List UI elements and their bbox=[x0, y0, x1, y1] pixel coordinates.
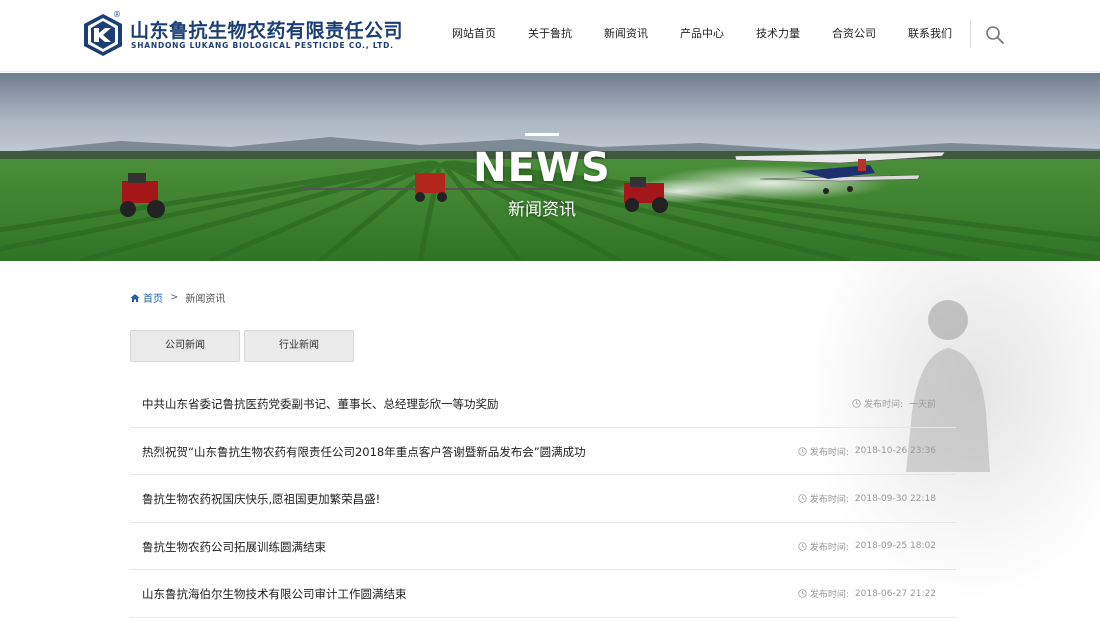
news-item[interactable]: 山东鲁抗海伯尔生物技术有限公司审计工作圆满结束 发布时间: 2018-06-27… bbox=[130, 570, 956, 618]
publish-time-label: 发布时间: bbox=[809, 447, 849, 458]
news-title[interactable]: 山东鲁抗海伯尔生物技术有限公司审计工作圆满结束 bbox=[142, 586, 407, 602]
nav-item-about[interactable]: 关于鲁抗 bbox=[512, 0, 588, 72]
nav-item-news[interactable]: 新闻资讯 bbox=[588, 0, 664, 72]
home-icon bbox=[130, 293, 140, 302]
publish-date: 一天前 bbox=[908, 400, 936, 410]
banner-subtitle: 新闻资讯 bbox=[508, 200, 576, 220]
news-item[interactable]: 鲁抗生物农药公司拓展训练圆满结束 发布时间: 2018-09-25 18:02 bbox=[130, 523, 956, 570]
news-title[interactable]: 鲁抗生物农药祝国庆快乐,愿祖国更加繁荣昌盛! bbox=[142, 491, 380, 507]
news-item[interactable]: 鲁抗生物农药祝国庆快乐,愿祖国更加繁荣昌盛! 发布时间: 2018-09-30 … bbox=[130, 475, 956, 523]
news-meta: 发布时间: 2018-09-25 18:02 bbox=[798, 540, 936, 553]
banner-title: NEWS bbox=[473, 145, 611, 191]
main-nav: 网站首页 关于鲁抗 新闻资讯 产品中心 技术力量 合资公司 联系我们 bbox=[440, 0, 968, 72]
news-title[interactable]: 中共山东省委记鲁抗医药党委副书记、董事长、总经理彭欣一等功奖励 bbox=[142, 396, 499, 412]
publish-time-label: 发布时间: bbox=[809, 495, 849, 505]
news-meta: 发布时间: 2018-06-27 21:22 bbox=[798, 587, 936, 600]
nav-item-products[interactable]: 产品中心 bbox=[664, 0, 740, 72]
news-banner: NEWS 新闻资讯 bbox=[0, 73, 1100, 261]
tab-company-news[interactable]: 公司新闻 bbox=[130, 330, 240, 362]
breadcrumb-home-link[interactable]: 首页 bbox=[143, 290, 163, 305]
clock-icon bbox=[798, 494, 807, 503]
breadcrumb: 首页 > 新闻资讯 bbox=[130, 290, 225, 305]
tab-industry-news[interactable]: 行业新闻 bbox=[244, 330, 354, 362]
search-icon[interactable] bbox=[984, 24, 1006, 46]
nav-item-joint-venture[interactable]: 合资公司 bbox=[816, 0, 892, 72]
publish-time-label: 发布时间: bbox=[809, 542, 849, 553]
publish-date: 2018-09-25 18:02 bbox=[854, 541, 936, 551]
breadcrumb-separator: > bbox=[170, 292, 179, 303]
news-meta: 发布时间: 2018-09-30 22:18 bbox=[798, 492, 936, 505]
news-item[interactable]: 中共山东省委记鲁抗医药党委副书记、董事长、总经理彭欣一等功奖励 发布时间: 一天… bbox=[130, 380, 956, 428]
news-list: 中共山东省委记鲁抗医药党委副书记、董事长、总经理彭欣一等功奖励 发布时间: 一天… bbox=[130, 380, 956, 618]
logo[interactable]: ® 山东鲁抗生物农药有限责任公司 SHANDONG LUKANG BIOLOGI… bbox=[80, 10, 404, 58]
brand-name-en: SHANDONG LUKANG BIOLOGICAL PESTICIDE CO.… bbox=[131, 41, 394, 50]
clock-icon bbox=[798, 446, 807, 456]
news-meta: 发布时间: 一天前 bbox=[852, 397, 936, 410]
site-header: ® 山东鲁抗生物农药有限责任公司 SHANDONG LUKANG BIOLOGI… bbox=[0, 0, 1100, 72]
publish-date: 2018-09-30 22:18 bbox=[854, 493, 936, 504]
news-item[interactable]: 热烈祝贺“山东鲁抗生物农药有限责任公司2018年重点客户答谢暨新品发布会”圆满成… bbox=[130, 428, 956, 475]
news-category-tabs: 公司新闻 行业新闻 bbox=[130, 330, 358, 362]
news-title[interactable]: 鲁抗生物农药公司拓展训练圆满结束 bbox=[142, 539, 326, 555]
brand-name-cn: 山东鲁抗生物农药有限责任公司 bbox=[130, 20, 404, 42]
nav-item-technology[interactable]: 技术力量 bbox=[740, 0, 816, 72]
registered-mark: ® bbox=[113, 10, 121, 19]
nav-divider bbox=[970, 20, 971, 48]
clock-icon bbox=[852, 399, 861, 408]
clock-icon bbox=[798, 541, 807, 551]
news-title[interactable]: 热烈祝贺“山东鲁抗生物农药有限责任公司2018年重点客户答谢暨新品发布会”圆满成… bbox=[142, 444, 586, 460]
clock-icon bbox=[798, 589, 807, 598]
breadcrumb-current: 新闻资讯 bbox=[185, 294, 226, 305]
nav-item-home[interactable]: 网站首页 bbox=[440, 0, 512, 72]
publish-time-label: 发布时间: bbox=[863, 400, 903, 410]
publish-date: 2018-10-26 23:36 bbox=[854, 446, 936, 456]
publish-date: 2018-06-27 21:22 bbox=[854, 588, 936, 599]
news-meta: 发布时间: 2018-10-26 23:36 bbox=[798, 445, 936, 458]
publish-time-label: 发布时间: bbox=[809, 590, 849, 600]
nav-item-contact[interactable]: 联系我们 bbox=[892, 0, 968, 72]
banner-accent-line bbox=[525, 133, 559, 136]
